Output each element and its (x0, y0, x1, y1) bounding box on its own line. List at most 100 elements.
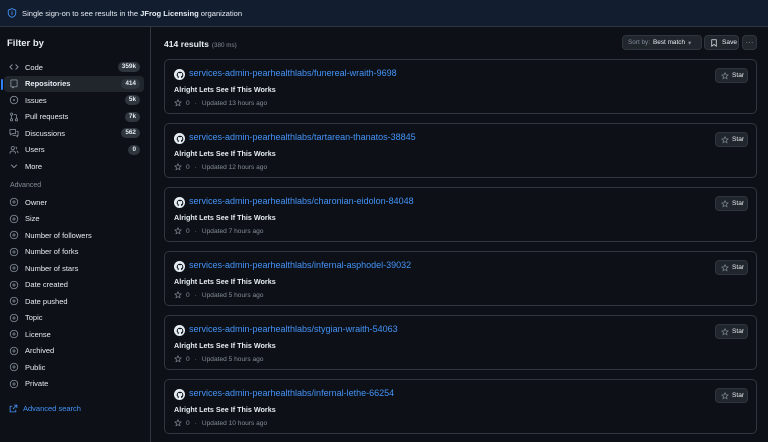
plus-circle-icon (9, 263, 19, 273)
owner-avatar[interactable] (174, 133, 185, 144)
star-button[interactable]: Star (715, 324, 748, 339)
advanced-filter-item[interactable]: Date created (4, 277, 144, 294)
filter-item-pull-requests[interactable]: Pull requests 7k (4, 109, 144, 126)
star-icon (721, 71, 729, 80)
filter-item-code[interactable]: Code 359k (4, 59, 144, 76)
star-button-label: Star (732, 328, 745, 335)
repo-result-card: services-admin-pearhealthlabs/infernal-l… (164, 379, 757, 434)
star-icon (721, 391, 729, 400)
star-icon (721, 327, 729, 336)
repo-description: Alright Lets See If This Works (174, 85, 276, 94)
updated-time: Updated 12 hours ago (201, 163, 268, 171)
star-icon (174, 419, 182, 427)
filter-item-label: Users (25, 145, 45, 155)
star-icon (174, 227, 182, 235)
star-icon (174, 355, 182, 363)
star-button[interactable]: Star (715, 196, 748, 211)
save-button[interactable]: Save (704, 35, 739, 50)
repo-name-link[interactable]: services-admin-pearhealthlabs/charonian-… (189, 196, 414, 206)
advanced-filter-item[interactable]: Public (4, 359, 144, 376)
plus-circle-icon (9, 296, 19, 306)
star-count[interactable]: 0 (186, 164, 190, 171)
issue-icon (9, 95, 19, 105)
repo-result-card: services-admin-pearhealthlabs/funereal-w… (164, 59, 757, 114)
filter-item-discussions[interactable]: Discussions 562 (4, 125, 144, 142)
filter-item-more[interactable]: More (4, 158, 144, 175)
filter-item-label: More (25, 161, 43, 171)
filter-item-users[interactable]: Users 0 (4, 142, 144, 159)
filter-type-list: Code 359k Repositories 414 Issues 5k Pul… (1, 59, 144, 175)
advanced-heading: Advanced (10, 182, 42, 189)
updated-time: Updated 7 hours ago (201, 227, 264, 235)
advanced-filter-item[interactable]: Topic (4, 310, 144, 327)
repo-name-link[interactable]: services-admin-pearhealthlabs/stygian-wr… (189, 324, 398, 334)
star-count[interactable]: 0 (186, 420, 190, 427)
advanced-search-link[interactable]: Advanced search (9, 404, 81, 413)
plus-circle-icon (9, 329, 19, 339)
repo-name-link[interactable]: services-admin-pearhealthlabs/infernal-a… (189, 260, 411, 270)
advanced-filter-item[interactable]: Owner (4, 194, 144, 211)
owner-avatar[interactable] (174, 389, 185, 400)
repo-description: Alright Lets See If This Works (174, 405, 276, 414)
repo-meta: 0 · Updated 5 hours ago (174, 291, 263, 299)
repo-meta: 0 · Updated 7 hours ago (174, 227, 263, 235)
bookmark-icon (710, 38, 718, 47)
filter-sidebar: Filter by Code 359k Repositories 414 Iss… (0, 27, 151, 442)
star-button[interactable]: Star (715, 68, 748, 83)
owner-avatar[interactable] (174, 197, 185, 208)
meta-separator: · (194, 419, 197, 427)
advanced-filter-item[interactable]: Private (4, 376, 144, 393)
star-button[interactable]: Star (715, 260, 748, 275)
star-button[interactable]: Star (715, 132, 748, 147)
advanced-filter-item[interactable]: Size (4, 211, 144, 228)
plus-circle-icon (9, 197, 19, 207)
more-options-button[interactable]: ··· (742, 35, 757, 50)
star-icon (174, 291, 182, 299)
filter-item-issues[interactable]: Issues 5k (4, 92, 144, 109)
star-count[interactable]: 0 (186, 292, 190, 299)
star-count[interactable]: 0 (186, 228, 190, 235)
count-badge: 0 (128, 144, 140, 155)
advanced-filter-label: Public (25, 362, 46, 372)
repo-description: Alright Lets See If This Works (174, 149, 276, 158)
updated-time: Updated 10 hours ago (201, 419, 268, 427)
star-button-label: Star (732, 72, 745, 79)
count-badge: 562 (121, 128, 140, 138)
plus-circle-icon (9, 313, 19, 323)
star-icon (721, 199, 729, 208)
owner-avatar[interactable] (174, 69, 185, 80)
banner-org-name[interactable]: JFrog Licensing (140, 9, 199, 18)
advanced-filter-label: Archived (25, 346, 55, 356)
banner-text-after: organization (200, 8, 243, 18)
sort-prefix: Sort by: (628, 39, 651, 46)
filter-item-repositories[interactable]: Repositories 414 (1, 75, 144, 92)
advanced-filter-label: Number of followers (25, 230, 92, 240)
advanced-filter-label: Topic (25, 313, 43, 323)
owner-avatar[interactable] (174, 261, 185, 272)
star-count[interactable]: 0 (186, 100, 190, 107)
star-button[interactable]: Star (715, 388, 748, 403)
star-icon (174, 99, 182, 107)
discussion-icon (9, 128, 19, 138)
advanced-filter-item[interactable]: License (4, 326, 144, 343)
external-link-icon (9, 404, 18, 413)
owner-avatar[interactable] (174, 325, 185, 336)
shield-info-icon (7, 8, 17, 18)
advanced-filter-label: Number of stars (25, 263, 79, 273)
meta-separator: · (194, 227, 197, 235)
advanced-filter-item[interactable]: Archived (4, 343, 144, 360)
star-button-label: Star (732, 392, 745, 399)
advanced-filter-item[interactable]: Date pushed (4, 293, 144, 310)
caret-down-icon: ▾ (688, 39, 692, 47)
star-count[interactable]: 0 (186, 356, 190, 363)
sort-dropdown[interactable]: Sort by: Best match ▾ (622, 35, 702, 50)
sso-banner: Single sign-on to see results in the JFr… (0, 0, 768, 27)
repo-name-link[interactable]: services-admin-pearhealthlabs/infernal-l… (189, 388, 394, 398)
repo-meta: 0 · Updated 10 hours ago (174, 419, 267, 427)
repo-name-link[interactable]: services-admin-pearhealthlabs/funereal-w… (189, 68, 397, 78)
advanced-filter-item[interactable]: Number of followers (4, 227, 144, 244)
filter-item-label: Issues (25, 95, 47, 105)
advanced-filter-item[interactable]: Number of forks (4, 244, 144, 261)
repo-name-link[interactable]: services-admin-pearhealthlabs/tartarean-… (189, 132, 416, 142)
advanced-filter-item[interactable]: Number of stars (4, 260, 144, 277)
